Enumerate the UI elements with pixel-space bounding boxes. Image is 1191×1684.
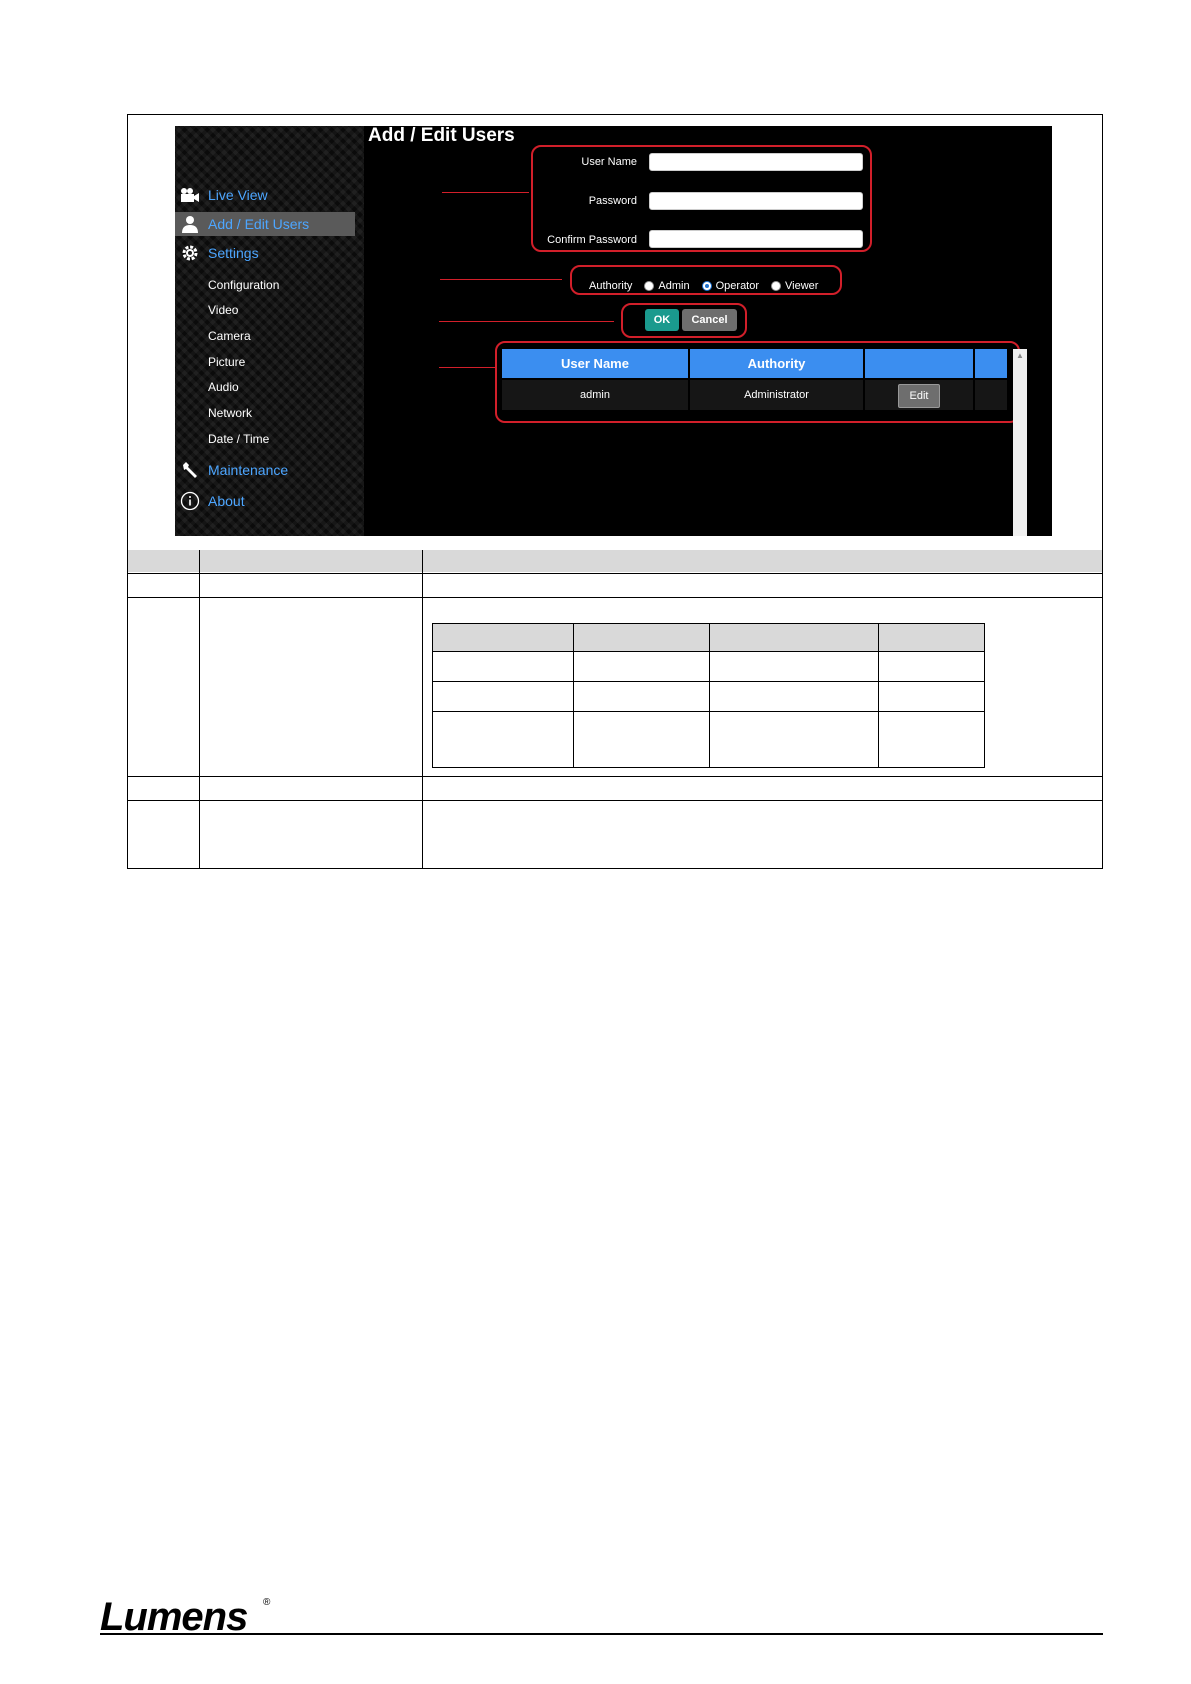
- td-extra: [975, 380, 1007, 410]
- password-input[interactable]: [649, 192, 863, 210]
- table-column-divider: [422, 550, 423, 869]
- nav-sub-network[interactable]: Network: [208, 406, 252, 420]
- td-user-name: admin: [502, 380, 688, 410]
- td-authority: Administrator: [690, 380, 863, 410]
- table-rule: [127, 573, 1103, 574]
- confirm-password-label: Confirm Password: [547, 234, 637, 246]
- callout-line-4: [439, 367, 495, 368]
- ok-button[interactable]: OK: [645, 309, 679, 331]
- table-rule: [127, 800, 1103, 801]
- table-rule: [127, 776, 1103, 777]
- scrollbar[interactable]: ▲: [1013, 349, 1027, 536]
- nested-table-divider: [709, 624, 710, 767]
- info-icon: [179, 490, 201, 512]
- nav-about[interactable]: About: [175, 489, 355, 513]
- nav-sub-picture[interactable]: Picture: [208, 355, 245, 369]
- authority-row: Authority Admin Operator Viewer: [589, 276, 818, 296]
- scroll-up-arrow-icon[interactable]: ▲: [1016, 351, 1024, 360]
- nav-sub-camera[interactable]: Camera: [208, 329, 251, 343]
- web-ui-screenshot: Live View Add / Edit Users Settings Conf…: [175, 126, 1052, 536]
- nav-live-view[interactable]: Live View: [175, 183, 355, 207]
- th-action: [865, 349, 973, 378]
- footer-rule: [100, 1633, 1103, 1635]
- nav-settings-label: Settings: [208, 245, 259, 261]
- callout-line-3: [439, 321, 614, 322]
- authority-label: Authority: [589, 280, 633, 292]
- td-action: Edit: [865, 380, 973, 410]
- radio-admin[interactable]: [644, 281, 655, 291]
- radio-operator-label: Operator: [715, 280, 760, 292]
- table-rule: [127, 597, 1103, 598]
- callout-line-1: [442, 192, 529, 193]
- description-table-header: [128, 550, 1102, 572]
- nav-live-view-label: Live View: [208, 187, 268, 203]
- radio-admin-label: Admin: [658, 280, 690, 292]
- radio-operator[interactable]: [701, 281, 712, 291]
- nested-table-divider: [573, 624, 574, 767]
- sidebar: Live View Add / Edit Users Settings Conf…: [175, 126, 364, 536]
- user-name-input[interactable]: [649, 153, 863, 171]
- gear-icon: [179, 242, 201, 264]
- edit-button[interactable]: Edit: [898, 384, 940, 408]
- registered-mark: ®: [263, 1597, 271, 1608]
- radio-viewer-label: Viewer: [785, 280, 819, 292]
- nav-sub-date-time[interactable]: Date / Time: [208, 432, 269, 446]
- nav-maintenance[interactable]: Maintenance: [175, 458, 355, 482]
- nav-add-edit-users[interactable]: Add / Edit Users: [175, 212, 355, 236]
- radio-viewer[interactable]: [771, 281, 782, 291]
- video-camera-icon: [179, 184, 201, 206]
- wrench-icon: [179, 459, 201, 481]
- th-authority: Authority: [690, 349, 863, 378]
- nav-maintenance-label: Maintenance: [208, 462, 289, 478]
- confirm-password-input[interactable]: [649, 230, 863, 248]
- table-column-divider: [199, 550, 200, 869]
- nav-sub-audio[interactable]: Audio: [208, 380, 239, 394]
- th-extra: [975, 349, 1007, 378]
- th-user-name: User Name: [502, 349, 688, 378]
- password-label: Password: [588, 195, 637, 207]
- callout-line-2: [440, 279, 562, 280]
- user-name-label: User Name: [581, 156, 637, 168]
- page-title: Add / Edit Users: [368, 126, 515, 146]
- nav-add-edit-users-label: Add / Edit Users: [208, 216, 310, 232]
- user-icon: [179, 213, 201, 235]
- cancel-button[interactable]: Cancel: [682, 309, 737, 331]
- nav-about-label: About: [208, 493, 245, 509]
- nav-settings[interactable]: Settings: [175, 241, 355, 265]
- nav-sub-video[interactable]: Video: [208, 303, 238, 317]
- nav-sub-configuration[interactable]: Configuration: [208, 278, 279, 292]
- nested-authority-table: [432, 623, 985, 768]
- nested-table-divider: [878, 624, 879, 767]
